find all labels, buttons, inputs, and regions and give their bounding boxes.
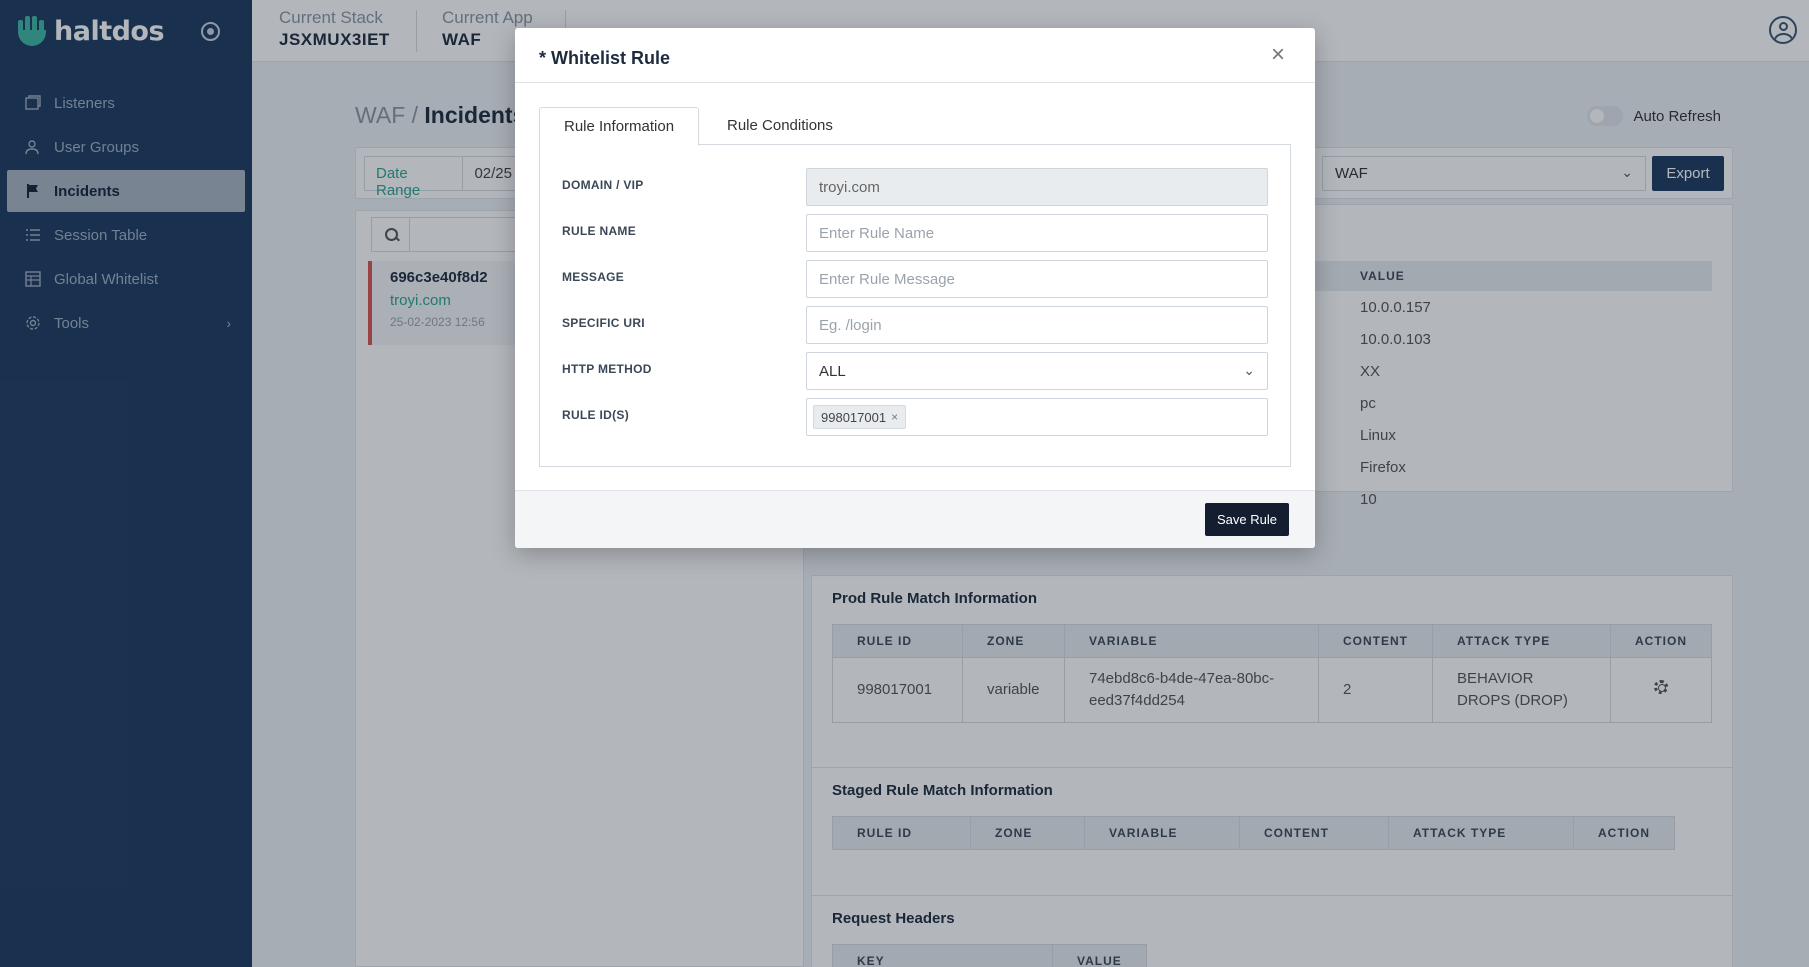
message-row: MESSAGE: [562, 260, 1268, 298]
message-label: MESSAGE: [562, 270, 625, 284]
rule-name-row: RULE NAME: [562, 214, 1268, 252]
rule-information-pane: DOMAIN / VIP RULE NAME MESSAGE SPECIFIC …: [539, 145, 1291, 467]
whitelist-rule-modal: * Whitelist Rule × Rule Information Rule…: [515, 28, 1315, 548]
rule-ids-input[interactable]: 998017001 ×: [806, 398, 1268, 436]
uri-input[interactable]: [806, 306, 1268, 344]
message-input[interactable]: [806, 260, 1268, 298]
http-method-select[interactable]: ALL ⌄: [806, 352, 1268, 390]
save-rule-button[interactable]: Save Rule: [1205, 503, 1289, 536]
rule-ids-label: RULE ID(S): [562, 408, 629, 422]
uri-row: SPECIFIC URI: [562, 306, 1268, 344]
method-label: HTTP METHOD: [562, 362, 652, 376]
domain-field: [806, 168, 1268, 206]
modal-footer: Save Rule: [515, 490, 1315, 548]
uri-label: SPECIFIC URI: [562, 316, 645, 330]
modal-body: Rule Information Rule Conditions DOMAIN …: [539, 107, 1291, 467]
rule-name-label: RULE NAME: [562, 224, 637, 238]
rule-id-tag-label: 998017001: [821, 409, 887, 425]
modal-tabs: Rule Information Rule Conditions: [539, 107, 1291, 146]
tab-rule-conditions[interactable]: Rule Conditions: [703, 107, 857, 146]
tag-remove-icon[interactable]: ×: [891, 410, 898, 424]
http-method-value: ALL: [819, 363, 846, 380]
domain-row: DOMAIN / VIP: [562, 168, 1268, 206]
close-icon[interactable]: ×: [1271, 43, 1285, 67]
modal-header: * Whitelist Rule ×: [515, 28, 1315, 83]
tab-rule-information[interactable]: Rule Information: [539, 107, 700, 146]
rule-id-tag: 998017001 ×: [813, 405, 907, 429]
rule-ids-row: RULE ID(S) 998017001 ×: [562, 398, 1268, 436]
method-row: HTTP METHOD ALL ⌄: [562, 352, 1268, 390]
chevron-down-icon: ⌄: [1243, 362, 1255, 378]
modal-title: * Whitelist Rule: [539, 48, 671, 68]
domain-label: DOMAIN / VIP: [562, 178, 644, 192]
rule-name-input[interactable]: [806, 214, 1268, 252]
